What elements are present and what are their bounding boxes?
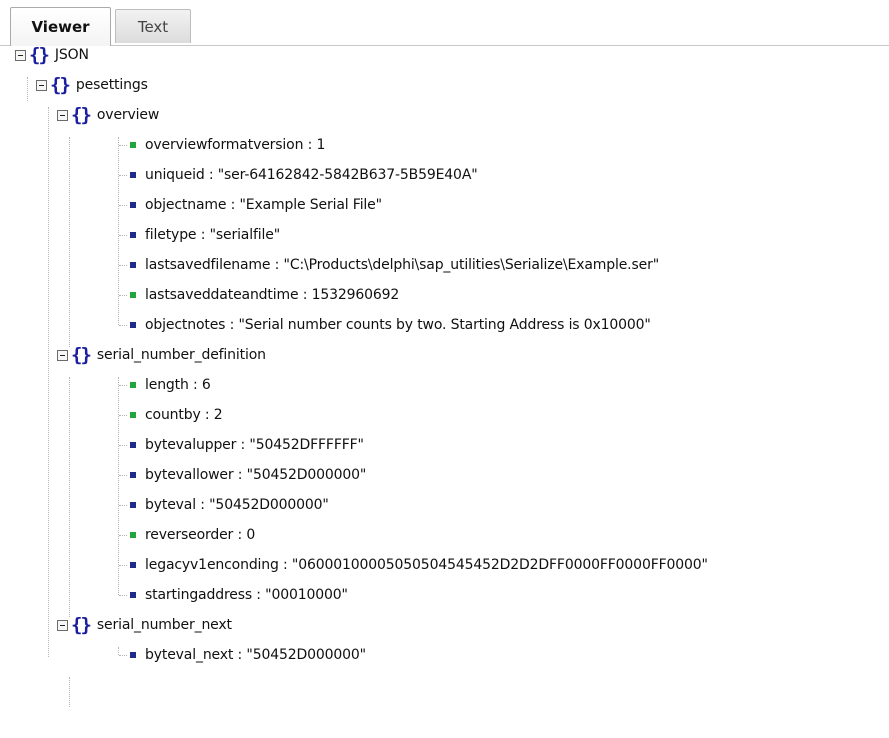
node-label: JSON <box>54 47 89 63</box>
string-value-icon <box>130 232 136 238</box>
number-value-icon <box>130 412 136 418</box>
leaf-text: filetype : "serialfile" <box>145 227 280 243</box>
tree-leaf[interactable]: lastsavedfilename : "C:\Products\delphi\… <box>130 250 659 280</box>
tree-branch-line <box>119 205 127 206</box>
leaf-text: overviewformatversion : 1 <box>145 137 326 153</box>
tree-branch-line <box>119 325 127 326</box>
json-tree: {} JSON {} pesettings {} overview overvi… <box>0 43 889 738</box>
tree-leaf[interactable]: length : 6 <box>130 370 211 400</box>
tab-bar: Viewer Text <box>0 0 889 46</box>
leaf-text: legacyv1enconding : "0600010000505050454… <box>145 557 708 573</box>
string-value-icon <box>130 262 136 268</box>
tree-branch-line <box>119 655 127 656</box>
leaf-text: uniqueid : "ser-64162842-5842B637-5B59E4… <box>145 167 478 183</box>
tree-branch-line <box>119 535 127 536</box>
tree-branch-line <box>119 385 127 386</box>
leaf-text: reverseorder : 0 <box>145 527 256 543</box>
tree-leaf[interactable]: byteval : "50452D000000" <box>130 490 329 520</box>
string-value-icon <box>130 172 136 178</box>
tab-text[interactable]: Text <box>115 9 191 43</box>
tree-guide-line <box>69 137 70 347</box>
tree-leaf[interactable]: bytevallower : "50452D000000" <box>130 460 366 490</box>
leaf-text: objectnotes : "Serial number counts by t… <box>145 317 651 333</box>
node-label: overview <box>96 107 160 123</box>
tree-branch-line <box>119 145 127 146</box>
leaf-text: length : 6 <box>145 377 211 393</box>
tree-branch-line <box>119 445 127 446</box>
leaf-text: objectname : "Example Serial File" <box>145 197 382 213</box>
tree-leaf[interactable]: byteval_next : "50452D000000" <box>130 640 366 670</box>
leaf-text: startingaddress : "00010000" <box>145 587 348 603</box>
collapse-minus-icon[interactable] <box>36 79 47 91</box>
collapse-minus-icon[interactable] <box>15 49 26 61</box>
node-label: serial_number_definition <box>96 347 266 363</box>
string-value-icon <box>130 652 136 658</box>
leaf-text: lastsaveddateandtime : 1532960692 <box>145 287 400 303</box>
tree-guide-line <box>118 377 119 595</box>
tree-leaf[interactable]: legacyv1enconding : "0600010000505050454… <box>130 550 708 580</box>
leaf-text: lastsavedfilename : "C:\Products\delphi\… <box>145 257 659 273</box>
string-value-icon <box>130 502 136 508</box>
tree-leaf[interactable]: bytevalupper : "50452DFFFFFF" <box>130 430 364 460</box>
tree-guide-line <box>48 107 49 657</box>
collapse-minus-icon[interactable] <box>57 109 68 121</box>
leaf-text: countby : 2 <box>145 407 223 423</box>
tree-branch-line <box>119 265 127 266</box>
string-value-icon <box>130 472 136 478</box>
node-label: serial_number_next <box>96 617 232 633</box>
number-value-icon <box>130 382 136 388</box>
leaf-text: byteval_next : "50452D000000" <box>145 647 366 663</box>
tree-branch-line <box>119 475 127 476</box>
tree-branch-line <box>119 295 127 296</box>
tree-branch-line <box>119 415 127 416</box>
number-value-icon <box>130 532 136 538</box>
tree-branch-line <box>119 235 127 236</box>
collapse-minus-icon[interactable] <box>57 619 68 631</box>
tree-leaf[interactable]: uniqueid : "ser-64162842-5842B637-5B59E4… <box>130 160 478 190</box>
tree-leaf[interactable]: objectnotes : "Serial number counts by t… <box>130 310 651 340</box>
number-value-icon <box>130 142 136 148</box>
tree-node-pesettings[interactable]: {} pesettings <box>36 70 148 100</box>
tree-node-serial-number-next[interactable]: {} serial_number_next <box>57 610 232 640</box>
leaf-text: byteval : "50452D000000" <box>145 497 329 513</box>
number-value-icon <box>130 292 136 298</box>
object-braces-icon: {} <box>50 73 71 96</box>
object-braces-icon: {} <box>71 103 92 126</box>
string-value-icon <box>130 322 136 328</box>
tree-branch-line <box>119 505 127 506</box>
tree-guide-line <box>118 647 119 655</box>
object-braces-icon: {} <box>29 43 50 66</box>
tree-guide-line <box>27 77 28 101</box>
tree-guide-line <box>69 377 70 617</box>
tree-guide-line <box>118 137 119 325</box>
string-value-icon <box>130 592 136 598</box>
string-value-icon <box>130 562 136 568</box>
tab-viewer[interactable]: Viewer <box>10 7 111 46</box>
tree-leaf[interactable]: filetype : "serialfile" <box>130 220 280 250</box>
object-braces-icon: {} <box>71 613 92 636</box>
tree-branch-line <box>119 175 127 176</box>
tree-leaf[interactable]: lastsaveddateandtime : 1532960692 <box>130 280 399 310</box>
tree-leaf[interactable]: objectname : "Example Serial File" <box>130 190 382 220</box>
string-value-icon <box>130 442 136 448</box>
tree-node-serial-number-definition[interactable]: {} serial_number_definition <box>57 340 266 370</box>
string-value-icon <box>130 202 136 208</box>
tree-guide-line <box>69 677 70 707</box>
tree-leaf[interactable]: reverseorder : 0 <box>130 520 255 550</box>
tree-branch-line <box>119 595 127 596</box>
node-label: pesettings <box>75 77 148 93</box>
tree-leaf[interactable]: startingaddress : "00010000" <box>130 580 348 610</box>
tree-leaf[interactable]: overviewformatversion : 1 <box>130 130 325 160</box>
collapse-minus-icon[interactable] <box>57 349 68 361</box>
leaf-text: bytevallower : "50452D000000" <box>145 467 367 483</box>
tree-node-overview[interactable]: {} overview <box>57 100 159 130</box>
leaf-text: bytevalupper : "50452DFFFFFF" <box>145 437 364 453</box>
object-braces-icon: {} <box>71 343 92 366</box>
tree-branch-line <box>119 565 127 566</box>
tree-leaf[interactable]: countby : 2 <box>130 400 223 430</box>
